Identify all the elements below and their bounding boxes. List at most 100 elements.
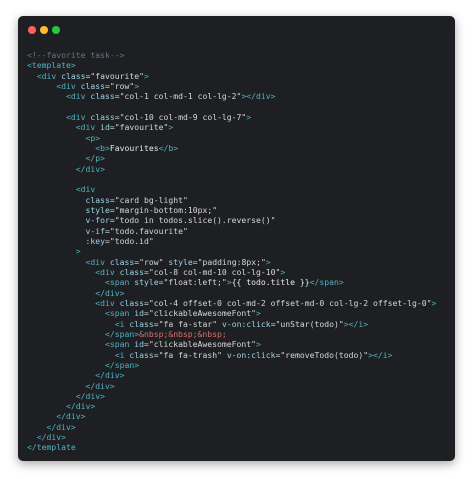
- code-token: </div>: [27, 401, 96, 412]
- code-line: </div>: [27, 391, 451, 401]
- code-token: <b>: [27, 142, 110, 153]
- code-token: ="margin-bottom:10px;": [109, 204, 218, 215]
- code-token: <div: [27, 256, 110, 267]
- code-token: </div>: [27, 411, 86, 422]
- code-token: style: [134, 277, 159, 288]
- code-token: >: [27, 246, 81, 257]
- code-line: <div class="col-10 col-md-9 col-lg-7">: [27, 112, 451, 122]
- code-line: :key="todo.id": [27, 236, 451, 246]
- code-token: </div>: [27, 390, 105, 401]
- code-token: ="todo.favourite": [104, 225, 188, 236]
- code-line: <!--favorite task-->: [27, 50, 451, 60]
- code-token: ></div>: [241, 91, 276, 102]
- code-line: <i class="fa fa-trash" v-on:click="remov…: [27, 350, 451, 360]
- code-line: </div>: [27, 401, 451, 411]
- code-token: class: [61, 70, 86, 81]
- code-token: </b>: [158, 142, 179, 153]
- code-line: </span>: [27, 360, 451, 370]
- minimize-window-button[interactable]: [40, 26, 48, 34]
- code-token: class: [90, 91, 115, 102]
- code-token: ="padding:8px;": [192, 256, 266, 267]
- code-token: </span>: [27, 359, 140, 370]
- code-line: class="card bg-light": [27, 195, 451, 205]
- code-token: ="card bg-light": [109, 194, 188, 205]
- code-token: <!--favorite task-->: [27, 50, 125, 60]
- code-token: </p>: [27, 153, 105, 164]
- close-window-button[interactable]: [28, 26, 36, 34]
- code-token: >: [256, 308, 261, 319]
- code-line: <p>: [27, 133, 451, 143]
- code-token: <div: [27, 111, 91, 122]
- code-token: class: [129, 349, 154, 360]
- code-token: style: [85, 204, 110, 215]
- code-token: </div>: [27, 370, 125, 381]
- code-token: ="col-10 col-md-9 col-lg-7": [114, 111, 247, 122]
- code-token: id: [100, 122, 110, 133]
- code-line: <div class="col-4 offset-0 col-md-2 offs…: [27, 298, 451, 308]
- code-token: :key: [85, 235, 105, 246]
- code-token: ="col-1 col-md-1 col-lg-2": [114, 91, 242, 102]
- code-token: </div>: [27, 432, 66, 443]
- code-line: <b>Favourites</b>: [27, 143, 451, 153]
- code-line: <i class="fa fa-star" v-on:click="unStar…: [27, 319, 451, 329]
- code-token: ="row": [134, 256, 169, 267]
- code-token: <div: [27, 70, 62, 81]
- code-token: <div: [27, 80, 81, 91]
- code-token: </div>: [27, 163, 105, 174]
- code-window: <!--favorite task--> <template> <div clas…: [18, 16, 455, 461]
- code-token: v-on:click: [221, 318, 271, 329]
- code-token: ></i>: [368, 349, 393, 360]
- code-token: </span>: [27, 328, 140, 339]
- code-line: </div>: [27, 422, 451, 432]
- code-token: id: [134, 339, 144, 350]
- maximize-window-button[interactable]: [52, 26, 60, 34]
- code-token: class: [85, 194, 110, 205]
- code-token: Favourites: [109, 142, 159, 153]
- code-token: v-for: [85, 215, 110, 226]
- code-line: <div: [27, 184, 451, 194]
- code-token: <template>: [27, 60, 76, 71]
- code-token: <div: [27, 91, 91, 102]
- code-token: ="unStar(todo)": [270, 318, 344, 329]
- code-line: </div>: [27, 370, 451, 380]
- code-token: <span: [27, 277, 135, 288]
- code-line: </div>: [27, 411, 451, 421]
- code-line: </p>: [27, 153, 451, 163]
- code-token: ="col-8 col-md-10 col-lg-10": [143, 266, 281, 277]
- code-token: class: [119, 297, 144, 308]
- code-token: ="clickableAwesomeFont": [143, 339, 257, 350]
- code-token: ="fa fa-star": [153, 318, 222, 329]
- code-line: <template>: [27, 60, 451, 70]
- code-token: ></i>: [343, 318, 369, 329]
- code-token: class: [119, 266, 144, 277]
- code-token: class: [109, 256, 135, 267]
- code-line: <div id="favourite">: [27, 122, 451, 132]
- code-token: </div>: [27, 287, 125, 298]
- code-token: &nbsp;&nbsp;&nbsp;: [139, 328, 227, 339]
- code-line: <div class="favourite">: [27, 71, 451, 81]
- code-token: class: [129, 318, 154, 329]
- code-token: v-if: [85, 225, 105, 236]
- code-token: {{ todo.title }}: [231, 277, 310, 288]
- code-token: ="col-4 offset-0 col-md-2 offset-md-0 co…: [143, 297, 432, 308]
- code-token: </template: [27, 442, 76, 453]
- code-line: style="margin-bottom:10px;": [27, 205, 451, 215]
- code-line: </div>: [27, 432, 451, 442]
- code-block: <!--favorite task--> <template> <div clas…: [27, 50, 451, 453]
- code-line: <div class="col-1 col-md-1 col-lg-2"></d…: [27, 91, 451, 101]
- code-line: </div>: [27, 164, 451, 174]
- code-token: <div: [27, 297, 120, 308]
- code-token: ="todo.id": [104, 235, 154, 246]
- code-line: <div class="row" style="padding:8px;">: [27, 257, 451, 267]
- code-token: ="favourite": [109, 122, 169, 133]
- code-token: ="fa fa-trash": [153, 349, 227, 360]
- code-token: <div: [27, 184, 96, 195]
- code-line: <span id="clickableAwesomeFont">: [27, 339, 451, 349]
- code-line: </div>: [27, 288, 451, 298]
- code-token: >: [265, 256, 271, 267]
